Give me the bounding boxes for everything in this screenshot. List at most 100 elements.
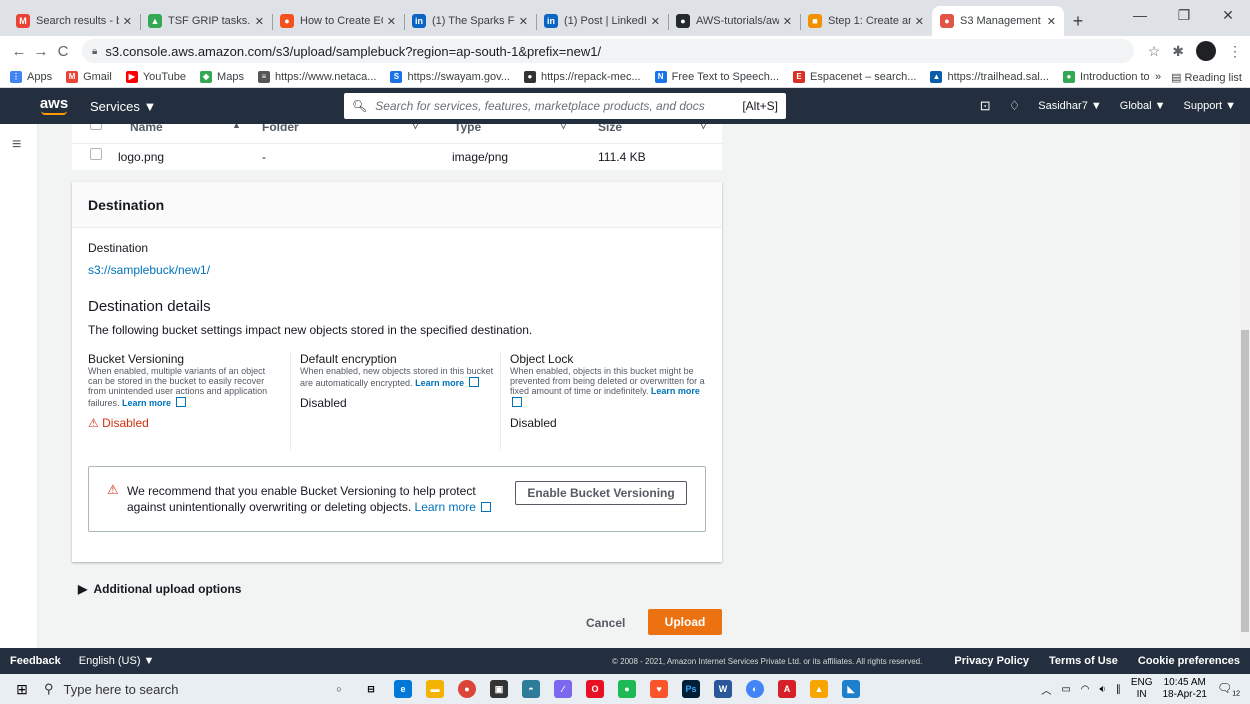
tab-close-icon[interactable]: ✕ <box>915 15 924 28</box>
clock[interactable]: 10:45 AM 18-Apr-21 <box>1163 677 1207 701</box>
file-explorer-icon[interactable]: ▬ <box>426 680 444 698</box>
account-menu[interactable]: Sasidhar7 ▼ <box>1038 100 1101 112</box>
minimize-icon[interactable]: — <box>1118 0 1162 30</box>
bookmark-item[interactable]: N Free Text to Speech... <box>654 70 779 83</box>
enable-bucket-versioning-button[interactable]: Enable Bucket Versioning <box>515 481 687 505</box>
row-checkbox[interactable] <box>90 148 102 160</box>
bookmarks-overflow-icon[interactable]: » <box>1155 71 1161 83</box>
tab-close-icon[interactable]: ✕ <box>123 15 132 28</box>
col-type-header[interactable]: Type <box>454 124 481 134</box>
aws-search-placeholder: Search for services, features, marketpla… <box>375 99 705 113</box>
acrobat-icon[interactable]: A <box>778 680 796 698</box>
edge-icon[interactable]: e <box>394 680 412 698</box>
upload-button[interactable]: Upload <box>648 609 722 635</box>
destination-path-link[interactable]: s3://samplebuck/new1/ <box>88 263 210 277</box>
brave-icon[interactable]: ♥ <box>650 680 668 698</box>
notifications-bell-icon[interactable]: ♢ <box>1009 98 1021 114</box>
tab-close-icon[interactable]: ✕ <box>387 15 396 28</box>
browser-tab[interactable]: ■ Step 1: Create an A ✕ <box>800 6 932 36</box>
notification-center-icon[interactable]: 🗨︎12 <box>1217 681 1240 697</box>
bookmark-item[interactable]: E Espacenet – search... <box>793 70 916 83</box>
pen-icon[interactable]: ∥ <box>1116 684 1121 695</box>
services-menu[interactable]: Services ▼ <box>90 99 156 114</box>
profile-avatar[interactable] <box>1196 41 1216 61</box>
cookie-preferences-link[interactable]: Cookie preferences <box>1138 655 1240 667</box>
windows-start-icon[interactable]: ⊞ <box>8 674 36 704</box>
encryption-learn-more-link[interactable]: Learn more <box>415 378 464 388</box>
bookmark-item[interactable]: ◆ Maps <box>200 70 244 83</box>
tab-close-icon[interactable]: ✕ <box>255 15 264 28</box>
select-all-checkbox[interactable] <box>90 124 102 130</box>
object-lock-learn-more-link[interactable]: Learn more <box>651 386 700 396</box>
col-name-header[interactable]: Name <box>130 124 163 134</box>
bookmark-item[interactable]: ⋮ Apps <box>10 70 52 83</box>
app-icon[interactable]: ◐ <box>746 680 764 698</box>
browser-tab[interactable]: in (1) The Sparks Fou ✕ <box>404 6 536 36</box>
language-selector[interactable]: English (US) ▼ <box>79 655 155 667</box>
aws-search-input[interactable]: 🔍︎ Search for services, features, market… <box>344 93 786 119</box>
network-icon[interactable]: ◠ <box>1081 684 1090 695</box>
cloudshell-icon[interactable]: ⊡ <box>980 98 991 114</box>
office-icon[interactable]: O <box>586 680 604 698</box>
taskbar-search-box[interactable]: ⚲ Type here to search <box>36 674 308 704</box>
url-field[interactable]: 🔒︎ s3.console.aws.amazon.com/s3/upload/s… <box>82 39 1134 63</box>
browser-tab[interactable]: M Search results - ba ✕ <box>8 6 140 36</box>
cortana-icon[interactable]: ○ <box>330 680 348 698</box>
region-menu[interactable]: Global ▼ <box>1120 100 1166 112</box>
browser-tab[interactable]: ● S3 Management C ✕ <box>932 6 1064 36</box>
chrome-icon[interactable]: ● <box>458 680 476 698</box>
language-indicator[interactable]: ENG IN <box>1131 677 1153 701</box>
versioning-learn-more-link[interactable]: Learn more <box>122 398 171 408</box>
photos-app-icon[interactable]: ◣ <box>842 680 860 698</box>
bookmark-item[interactable]: ▶ YouTube <box>125 70 186 83</box>
reload-icon[interactable]: C <box>52 43 74 60</box>
additional-upload-options-toggle[interactable]: ▶ Additional upload options <box>78 582 241 596</box>
browser-tab[interactable]: ● How to Create EC2 ✕ <box>272 6 404 36</box>
hamburger-menu-icon[interactable]: ≡ <box>12 136 21 154</box>
privacy-policy-link[interactable]: Privacy Policy <box>954 655 1029 667</box>
app-icon[interactable]: ∕ <box>554 680 572 698</box>
restore-icon[interactable]: ❐ <box>1162 0 1206 30</box>
support-menu[interactable]: Support ▼ <box>1184 100 1236 112</box>
bookmark-item[interactable]: M Gmail <box>66 70 112 83</box>
col-folder-header[interactable]: Folder <box>262 124 299 134</box>
battery-icon[interactable]: ▭ <box>1061 684 1070 695</box>
tab-close-icon[interactable]: ✕ <box>1047 15 1056 28</box>
browser-tab[interactable]: ● AWS-tutorials/aws ✕ <box>668 6 800 36</box>
terms-of-use-link[interactable]: Terms of Use <box>1049 655 1118 667</box>
cancel-button[interactable]: Cancel <box>586 616 625 630</box>
feedback-link[interactable]: Feedback <box>10 655 61 667</box>
tray-chevron-icon[interactable]: ︿ <box>1041 682 1051 697</box>
scrollbar-thumb[interactable] <box>1241 330 1249 632</box>
tab-close-icon[interactable]: ✕ <box>651 15 660 28</box>
aws-logo[interactable]: aws <box>34 96 74 115</box>
task-view-icon[interactable]: ⊟ <box>362 680 380 698</box>
col-size-header[interactable]: Size <box>598 124 622 134</box>
extensions-icon[interactable]: ✱ <box>1172 43 1184 60</box>
bookmark-item[interactable]: Shttps://swayam.gov... <box>390 70 510 83</box>
browser-tab[interactable]: in (1) Post | LinkedIn ✕ <box>536 6 668 36</box>
spotify-icon[interactable]: ● <box>618 680 636 698</box>
bookmark-item[interactable]: ● https://repack-mec... <box>523 70 641 83</box>
tab-close-icon[interactable]: ✕ <box>519 15 528 28</box>
menu-kebab-icon[interactable]: ⋮ <box>1228 43 1242 60</box>
tab-close-icon[interactable]: ✕ <box>783 15 792 28</box>
photoshop-icon[interactable]: Ps <box>682 680 700 698</box>
bookmark-star-icon[interactable]: ☆ <box>1148 43 1161 60</box>
recommendation-learn-more-link[interactable]: Learn more <box>415 500 476 514</box>
forward-icon[interactable]: → <box>30 43 52 60</box>
table-row[interactable]: logo.png - image/png 111.4 KB <box>72 144 722 170</box>
reading-list-button[interactable]: ▤ Reading list <box>1171 71 1242 84</box>
bookmark-item[interactable]: ▲ https://trailhead.sal... <box>930 70 1049 83</box>
new-tab-button[interactable]: + <box>1064 6 1092 36</box>
store-icon[interactable]: ▣ <box>490 680 508 698</box>
bookmark-item[interactable]: ≡ https://www.netaca... <box>257 70 376 83</box>
volume-icon[interactable]: 🔉︎ <box>1100 684 1106 695</box>
versioning-desc: When enabled, multiple variants of an ob… <box>88 366 268 408</box>
word-icon[interactable]: W <box>714 680 732 698</box>
photos-icon[interactable]: ◓ <box>522 680 540 698</box>
browser-tab[interactable]: ▲ TSF GRIP tasks.pdf ✕ <box>140 6 272 36</box>
close-window-icon[interactable]: ✕ <box>1206 0 1250 30</box>
back-icon[interactable]: ← <box>8 43 30 60</box>
vlc-icon[interactable]: ▲ <box>810 680 828 698</box>
